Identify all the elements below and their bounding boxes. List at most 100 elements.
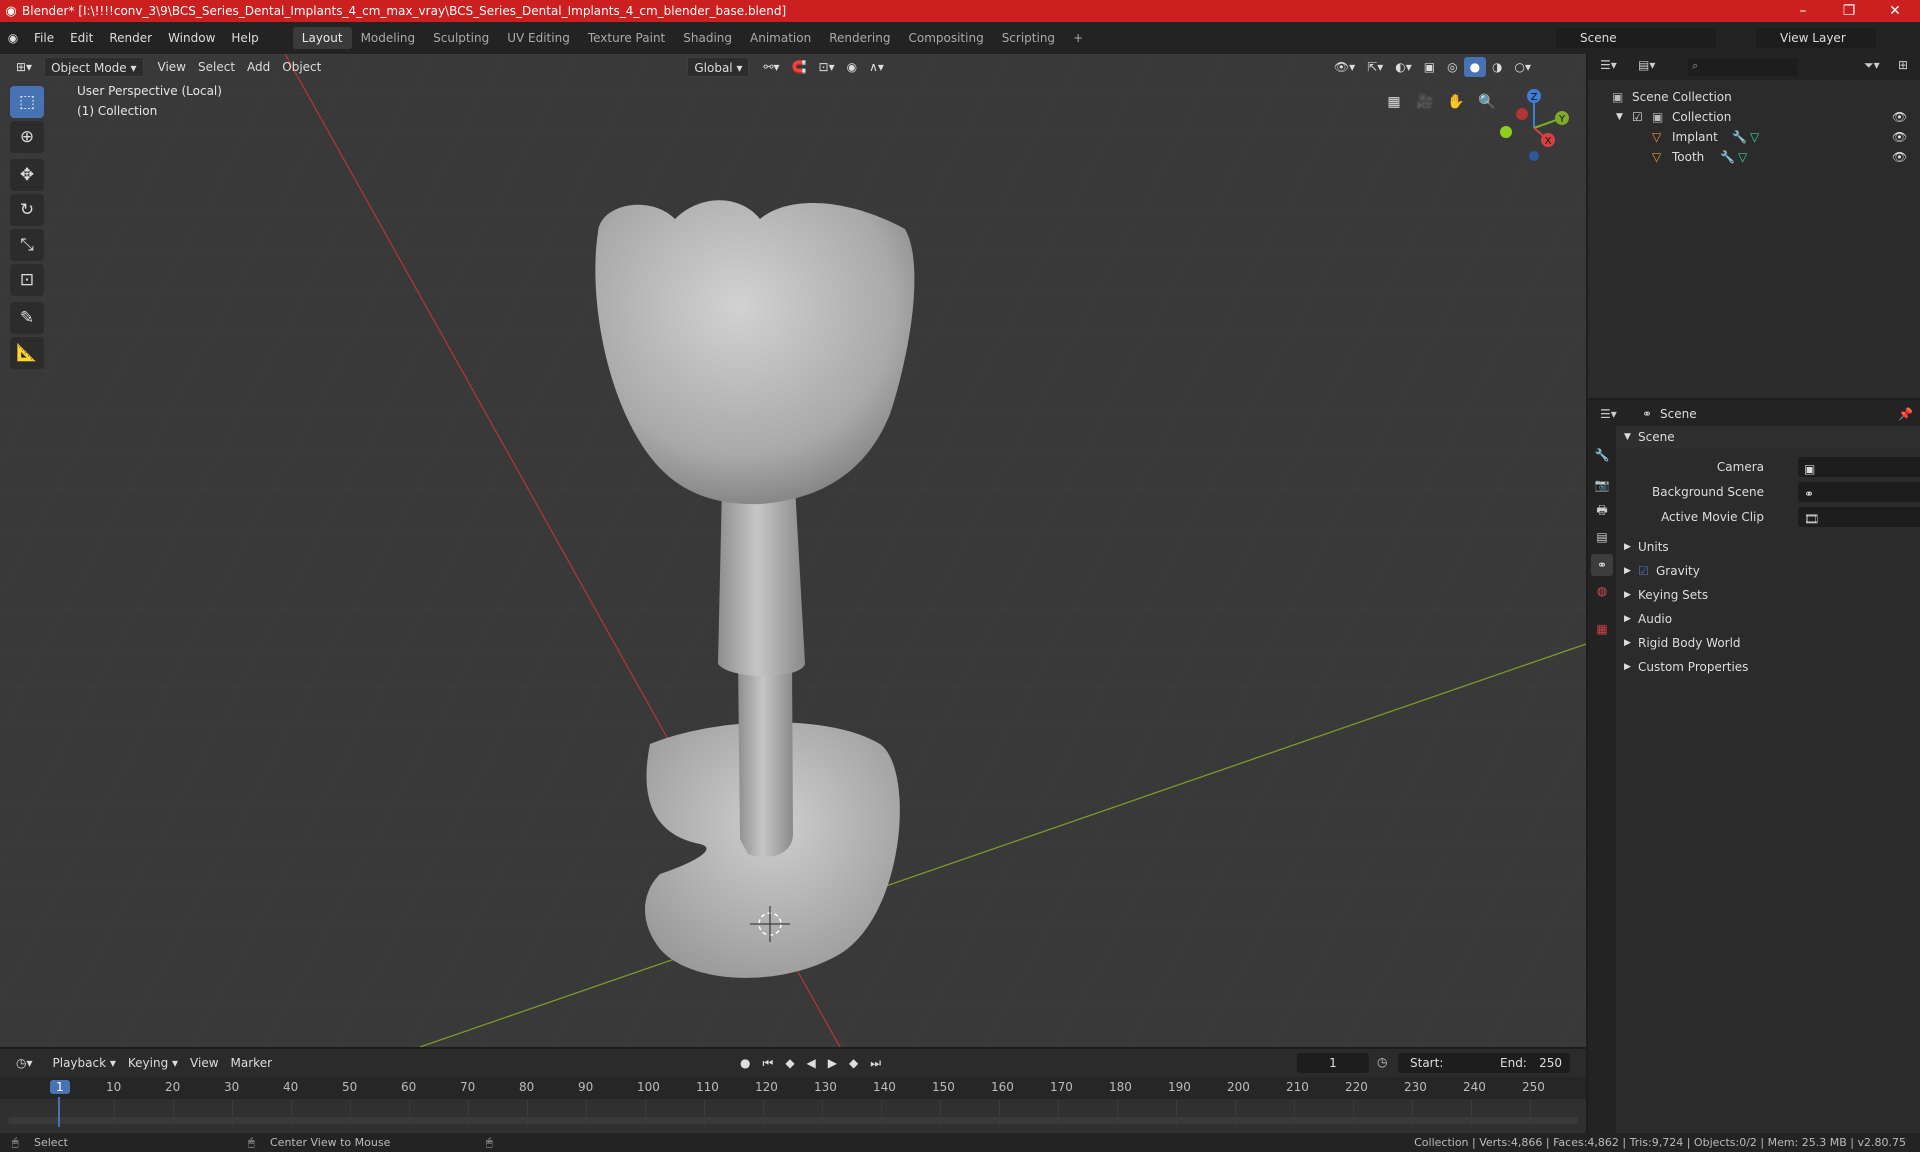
scale-tool-icon[interactable]: ⤡ <box>10 229 44 261</box>
tab-layout[interactable]: Layout <box>292 27 352 49</box>
menu-view[interactable]: View <box>152 57 192 77</box>
timeline[interactable]: ◷▾ Playback ▾ Keying ▾ View Marker ● ⏮ ◆… <box>0 1049 1586 1133</box>
menu-timeline-view[interactable]: View <box>184 1053 224 1073</box>
eye-icon[interactable]: 👁 <box>1892 107 1907 127</box>
menu-edit[interactable]: Edit <box>62 27 101 49</box>
menu-select[interactable]: Select <box>192 57 241 77</box>
tab-animation[interactable]: Animation <box>741 27 820 49</box>
menu-marker[interactable]: Marker <box>225 1053 278 1073</box>
preview-range-icon[interactable]: ◷ <box>1377 1055 1387 1069</box>
annotate-tool-icon[interactable]: ✎ <box>10 302 44 334</box>
pan-hand-icon[interactable]: ✋ <box>1442 88 1470 116</box>
outliner-row-tooth[interactable]: ▽ Tooth 🔧 ▽ 👁 <box>1588 147 1920 167</box>
object-mode-dropdown[interactable]: Object Mode ▾ <box>44 57 144 77</box>
prev-keyframe-icon[interactable]: ◆ <box>779 1053 800 1073</box>
units-panel[interactable]: ▶ Units <box>1616 536 1920 558</box>
tab-shading[interactable]: Shading <box>674 27 741 49</box>
next-keyframe-icon[interactable]: ◆ <box>843 1053 864 1073</box>
menu-playback[interactable]: Playback ▾ <box>47 1053 122 1073</box>
scene-selector[interactable]: Scene <box>1556 28 1716 48</box>
pin-icon[interactable]: 📌 <box>1898 407 1913 421</box>
expand-arrow-icon[interactable]: ▼ <box>1616 107 1623 127</box>
shading-solid-icon[interactable]: ● <box>1463 57 1487 77</box>
tab-texture-paint[interactable]: Texture Paint <box>579 27 674 49</box>
3d-viewport[interactable] <box>0 54 1586 1047</box>
menu-add[interactable]: Add <box>241 57 276 77</box>
editor-type-icon[interactable]: ⊞▾ <box>10 57 38 77</box>
view-layer-selector[interactable]: View Layer <box>1756 28 1876 48</box>
outliner-row-implant[interactable]: ▽ Implant 🔧 ▽ 👁 <box>1588 127 1920 147</box>
gizmo-neg-y-handle[interactable] <box>1500 126 1512 138</box>
custom-properties-panel[interactable]: ▶ Custom Properties <box>1616 656 1920 678</box>
rigid-body-world-panel[interactable]: ▶ Rigid Body World <box>1616 632 1920 654</box>
select-box-tool-icon[interactable]: ⬚ <box>10 86 44 118</box>
shading-material-icon[interactable]: ◑ <box>1486 57 1508 77</box>
xray-icon[interactable]: ▣ <box>1418 57 1441 77</box>
display-mode-icon[interactable]: ▤▾ <box>1638 58 1655 72</box>
viewport-canvas[interactable] <box>0 54 1586 1047</box>
modifier-wrench-icon[interactable]: 🔧 <box>1720 147 1735 167</box>
minimize-button[interactable]: – <box>1780 0 1826 22</box>
visibility-icon[interactable]: 👁▾ <box>1328 57 1361 77</box>
tab-compositing[interactable]: Compositing <box>899 27 992 49</box>
shading-rendered-icon[interactable]: ○▾ <box>1509 57 1538 77</box>
gravity-checkbox[interactable]: ☑ <box>1638 560 1649 582</box>
tab-scripting[interactable]: Scripting <box>993 27 1064 49</box>
tab-rendering[interactable]: Rendering <box>820 27 899 49</box>
play-reverse-icon[interactable]: ◀ <box>801 1053 822 1073</box>
mesh-data-icon[interactable]: ▽ <box>1738 147 1747 167</box>
overlay-toggle-icon[interactable]: ◐▾ <box>1389 57 1418 77</box>
snap-icon[interactable]: 🧲 <box>786 57 813 77</box>
tool-tab-icon[interactable]: 🔧 <box>1591 444 1613 466</box>
checkbox-icon[interactable]: ☑ <box>1632 107 1643 127</box>
cursor-tool-icon[interactable]: ⊕ <box>10 121 44 153</box>
menu-render[interactable]: Render <box>101 27 160 49</box>
falloff-icon[interactable]: ∧▾ <box>863 57 890 77</box>
jump-end-icon[interactable]: ⏭ <box>864 1053 887 1073</box>
current-frame-field[interactable]: 1 <box>1297 1053 1369 1073</box>
jump-start-icon[interactable]: ⏮ <box>757 1053 780 1073</box>
record-icon[interactable]: ● <box>734 1053 756 1073</box>
properties-editor-type-icon[interactable]: ☰▾ <box>1600 407 1617 421</box>
menu-keying[interactable]: Keying ▾ <box>122 1053 184 1073</box>
transform-tool-icon[interactable]: ⊡ <box>10 264 44 296</box>
menu-file[interactable]: File <box>26 27 62 49</box>
scene-panel-header[interactable]: ▼ Scene <box>1616 426 1920 448</box>
end-frame-field[interactable]: End: 250 <box>1490 1053 1570 1073</box>
gizmo-neg-x-handle[interactable] <box>1516 108 1528 120</box>
toggle-ortho-icon[interactable]: ▦ <box>1380 88 1408 116</box>
close-button[interactable]: ✕ <box>1872 0 1918 22</box>
filter-icon[interactable]: ⏷▾ <box>1864 58 1880 73</box>
play-icon[interactable]: ▶ <box>822 1053 843 1073</box>
tab-sculpting[interactable]: Sculpting <box>424 27 498 49</box>
gizmo-neg-z-handle[interactable] <box>1529 151 1539 161</box>
texture-tab-icon[interactable]: ▦ <box>1591 618 1613 640</box>
menu-window[interactable]: Window <box>160 27 223 49</box>
outliner-editor-type-icon[interactable]: ☰▾ <box>1600 58 1617 72</box>
eye-icon[interactable]: 👁 <box>1892 147 1907 167</box>
render-tab-icon[interactable]: 📷 <box>1591 474 1613 496</box>
mesh-data-icon[interactable]: ▽ <box>1750 127 1759 147</box>
axis-gizmo[interactable]: Z Y X <box>1492 86 1572 166</box>
audio-panel[interactable]: ▶ Audio <box>1616 608 1920 630</box>
background-scene-field[interactable]: ⚭ <box>1798 482 1920 502</box>
view-layer-tab-icon[interactable]: ▤ <box>1591 526 1613 548</box>
measure-tool-icon[interactable]: 📐 <box>10 337 44 369</box>
timeline-editor-type-icon[interactable]: ◷▾ <box>10 1053 39 1073</box>
eye-icon[interactable]: 👁 <box>1892 127 1907 147</box>
scene-tab-icon[interactable]: ⚭ <box>1591 554 1613 576</box>
gravity-panel[interactable]: ▶ ☑ Gravity <box>1616 560 1920 582</box>
outliner-search-input[interactable] <box>1688 58 1798 76</box>
snap-target-icon[interactable]: ⊡▾ <box>813 57 841 77</box>
pivot-icon[interactable]: ⚯▾ <box>757 57 785 77</box>
camera-view-icon[interactable]: 🎥 <box>1411 88 1439 116</box>
outliner-row-collection[interactable]: ▼ ☑ ▣ Collection 👁 <box>1588 107 1920 127</box>
playhead-line[interactable] <box>58 1097 60 1127</box>
transform-orientation-dropdown[interactable]: Global ▾ <box>687 57 750 77</box>
keying-sets-panel[interactable]: ▶ Keying Sets <box>1616 584 1920 606</box>
new-collection-icon[interactable]: ⊞ <box>1898 58 1908 72</box>
output-tab-icon[interactable]: 🖶 <box>1591 500 1613 522</box>
shading-wireframe-icon[interactable]: ◎ <box>1441 57 1463 77</box>
camera-field[interactable]: ▣✎ <box>1798 457 1920 477</box>
outliner-row-scene-collection[interactable]: ▣ Scene Collection <box>1588 87 1920 107</box>
